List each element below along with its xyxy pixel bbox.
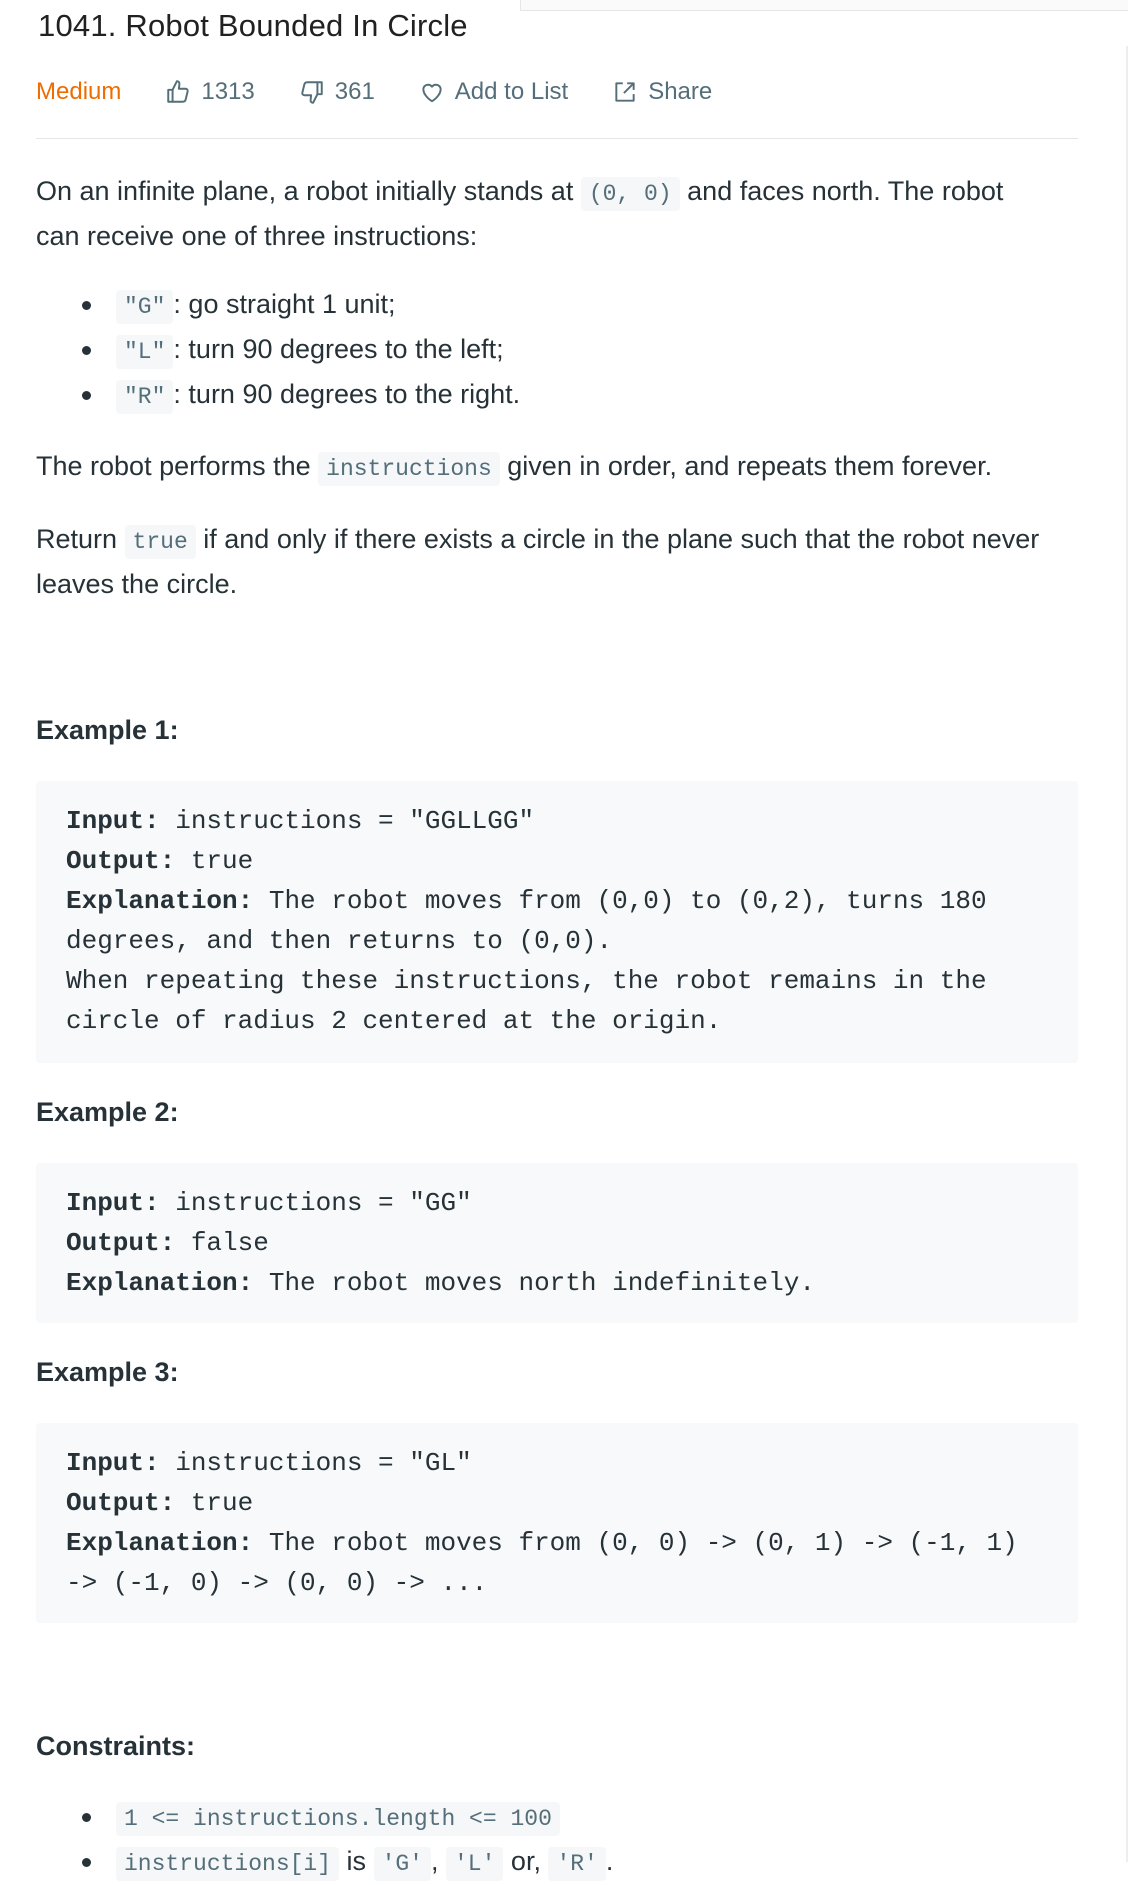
instruction-text: : turn 90 degrees to the left; bbox=[173, 334, 504, 364]
explanation-label: Explanation: bbox=[66, 886, 254, 916]
instruction-code: "L" bbox=[116, 335, 174, 369]
list-item: "R": turn 90 degrees to the right. bbox=[36, 373, 1116, 418]
list-item: instructions[i] is 'G', 'L' or, 'R'. bbox=[36, 1840, 1116, 1885]
true-code: true bbox=[124, 525, 196, 559]
add-to-list-button[interactable]: Add to List bbox=[419, 78, 568, 106]
constraints-heading: Constraints: bbox=[36, 1731, 196, 1761]
instruction-code: "R" bbox=[116, 380, 174, 414]
output-value: false bbox=[175, 1228, 269, 1258]
dislike-count: 361 bbox=[334, 78, 375, 105]
return-paragraph: Return true if and only if there exists … bbox=[36, 518, 1056, 605]
add-to-list-label: Add to List bbox=[454, 78, 569, 105]
share-button[interactable]: Share bbox=[612, 78, 712, 106]
problem-content: On an infinite plane, a robot initially … bbox=[36, 170, 1116, 1885]
output-label: Output: bbox=[66, 1228, 176, 1258]
header-divider bbox=[36, 138, 1078, 139]
repeat-text: The robot performs the bbox=[36, 451, 319, 481]
instruction-text: : turn 90 degrees to the right. bbox=[173, 379, 521, 409]
instruction-text: : go straight 1 unit; bbox=[173, 289, 396, 319]
constraints-list: 1 <= instructions.length <= 100 instruct… bbox=[36, 1795, 1116, 1885]
constraint-text: , bbox=[430, 1846, 446, 1876]
input-value: instructions = "GGLLGG" bbox=[159, 806, 535, 836]
output-label: Output: bbox=[66, 846, 176, 876]
bullet-icon bbox=[82, 1813, 91, 1822]
list-item: "L": turn 90 degrees to the left; bbox=[36, 328, 1116, 373]
share-label: Share bbox=[648, 78, 713, 105]
dislike-button[interactable]: 361 bbox=[299, 78, 375, 106]
input-label: Input: bbox=[66, 1448, 160, 1478]
example-2-code-block: Input: instructions = "GG" Output: false… bbox=[36, 1163, 1078, 1323]
explanation-label: Explanation: bbox=[66, 1268, 254, 1298]
share-icon bbox=[615, 82, 635, 102]
bullet-icon bbox=[82, 346, 91, 355]
list-item: "G": go straight 1 unit; bbox=[36, 283, 1116, 328]
bullet-icon bbox=[82, 391, 91, 400]
input-value: instructions = "GL" bbox=[159, 1448, 472, 1478]
intro-text: On an infinite plane, a robot initially … bbox=[36, 176, 581, 206]
heart-icon bbox=[422, 83, 442, 103]
repeat-paragraph: The robot performs the instructions give… bbox=[36, 445, 1116, 490]
list-item: 1 <= instructions.length <= 100 bbox=[36, 1795, 1116, 1840]
bullet-icon bbox=[82, 301, 91, 310]
constraint-code: 'L' bbox=[446, 1847, 504, 1881]
example-3-heading: Example 3: bbox=[36, 1357, 179, 1387]
return-text: Return bbox=[36, 524, 125, 554]
constraint-code: 1 <= instructions.length <= 100 bbox=[116, 1802, 560, 1836]
instruction-list: "G": go straight 1 unit; "L": turn 90 de… bbox=[36, 283, 1116, 418]
constraint-text: or, bbox=[503, 1846, 549, 1876]
instructions-code: instructions bbox=[318, 452, 500, 486]
example-1-code-block: Input: instructions = "GGLLGG" Output: t… bbox=[36, 781, 1078, 1063]
repeat-text-cont: given in order, and repeats them forever… bbox=[499, 451, 993, 481]
explanation-value: The robot moves north indefinitely. bbox=[253, 1268, 815, 1298]
input-label: Input: bbox=[66, 1188, 160, 1218]
constraint-code: instructions[i] bbox=[116, 1847, 340, 1881]
like-count: 1313 bbox=[201, 78, 255, 105]
output-value: true bbox=[175, 846, 254, 876]
problem-meta-bar: Medium 1313 361 Add to List Share bbox=[36, 74, 756, 110]
input-value: instructions = "GG" bbox=[159, 1188, 472, 1218]
constraint-code: 'R' bbox=[548, 1847, 606, 1881]
input-label: Input: bbox=[66, 806, 160, 836]
constraint-code: 'G' bbox=[373, 1847, 431, 1881]
problem-title: 1041. Robot Bounded In Circle bbox=[38, 8, 468, 43]
top-panel-edge bbox=[520, 0, 1128, 11]
thumbs-down-icon bbox=[301, 81, 323, 104]
bullet-icon bbox=[82, 1858, 91, 1867]
instruction-code: "G" bbox=[116, 290, 174, 324]
constraint-text: . bbox=[605, 1846, 614, 1876]
thumbs-up-icon bbox=[167, 80, 190, 103]
example-2-heading: Example 2: bbox=[36, 1097, 179, 1127]
constraint-text: is bbox=[339, 1846, 374, 1876]
output-value: true bbox=[175, 1488, 254, 1518]
like-button[interactable]: 1313 bbox=[165, 78, 255, 106]
example-1-heading: Example 1: bbox=[36, 715, 179, 745]
difficulty-badge: Medium bbox=[36, 78, 122, 105]
explanation-label: Explanation: bbox=[66, 1528, 254, 1558]
intro-paragraph: On an infinite plane, a robot initially … bbox=[36, 170, 1046, 257]
origin-code: (0, 0) bbox=[580, 177, 680, 211]
output-label: Output: bbox=[66, 1488, 176, 1518]
example-3-code-block: Input: instructions = "GL" Output: true … bbox=[36, 1423, 1078, 1623]
